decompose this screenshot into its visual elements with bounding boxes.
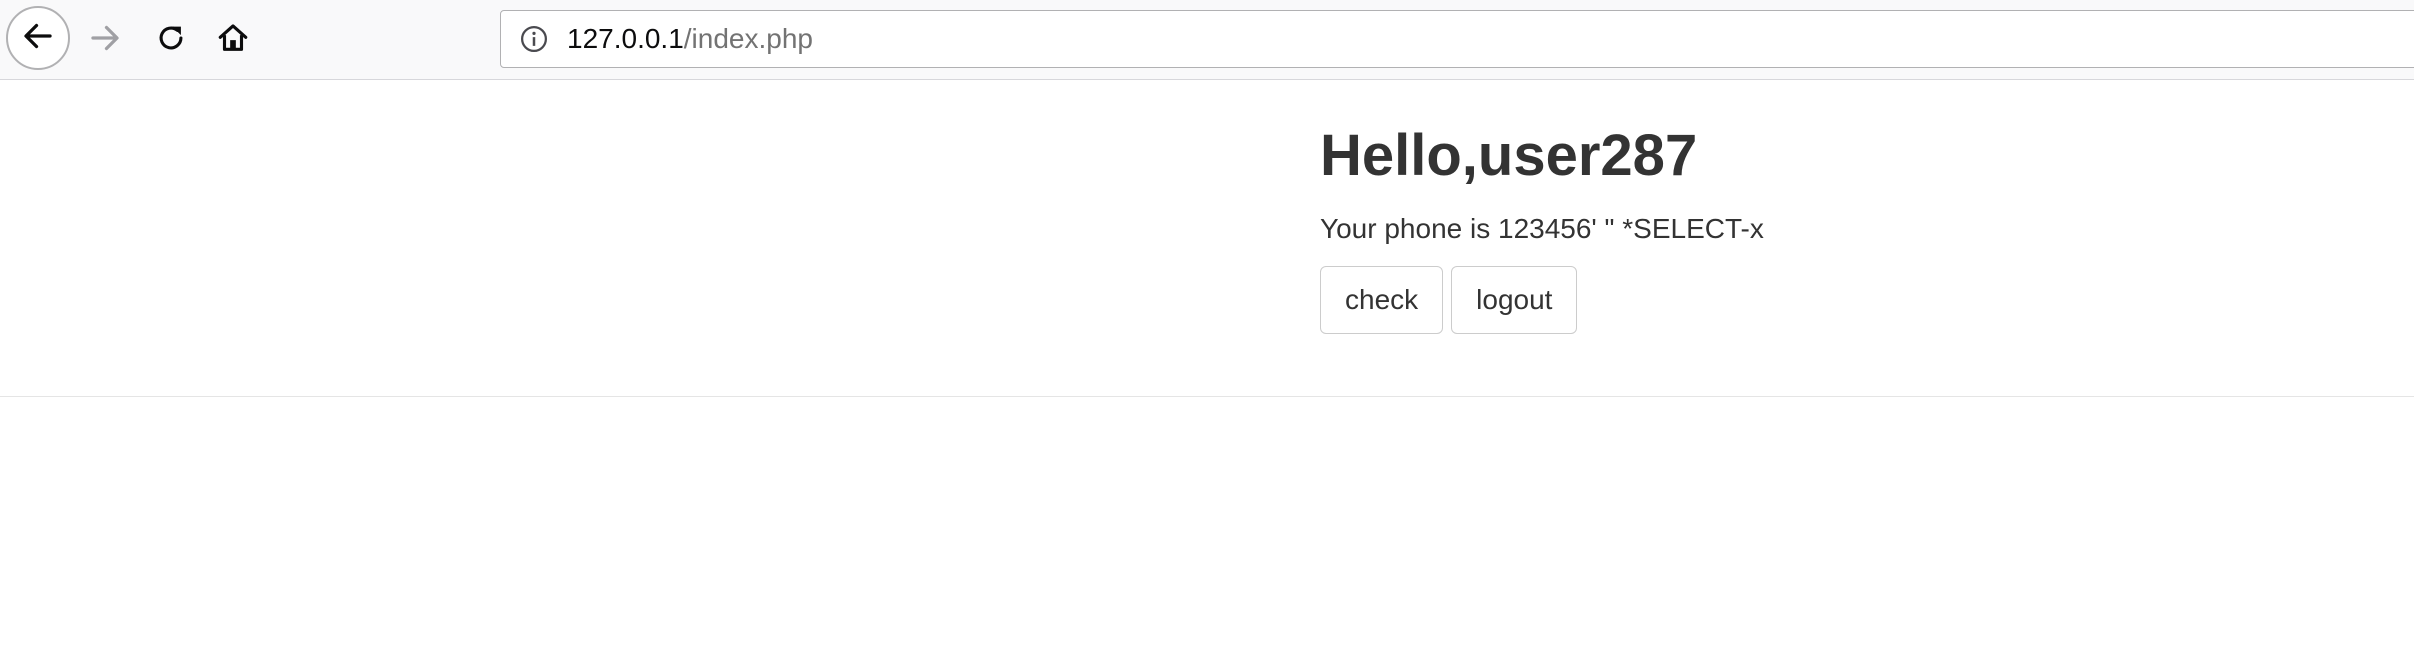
home-button[interactable] bbox=[210, 18, 256, 62]
phone-label: Your phone is bbox=[1320, 213, 1498, 244]
forward-button[interactable] bbox=[82, 18, 128, 62]
url-text[interactable]: 127.0.0.1/index.php bbox=[567, 23, 813, 55]
check-button[interactable]: check bbox=[1320, 266, 1444, 334]
arrow-left-icon bbox=[20, 18, 56, 59]
back-button[interactable] bbox=[6, 6, 70, 70]
url-host: 127.0.0.1 bbox=[567, 23, 684, 54]
home-icon bbox=[216, 21, 250, 60]
phone-line: Your phone is 123456' " *SELECT-x bbox=[1320, 212, 1764, 246]
url-bar[interactable]: 127.0.0.1/index.php bbox=[500, 10, 2414, 68]
divider bbox=[0, 396, 2414, 397]
browser-toolbar: 127.0.0.1/index.php bbox=[0, 0, 2414, 80]
page-content: Hello,user287 Your phone is 123456' " *S… bbox=[1320, 120, 1764, 334]
logout-button[interactable]: logout bbox=[1451, 266, 1578, 334]
reload-icon bbox=[154, 21, 188, 60]
reload-button[interactable] bbox=[148, 18, 194, 62]
phone-value: 123456' " *SELECT-x bbox=[1498, 213, 1764, 244]
arrow-right-icon bbox=[87, 20, 123, 61]
url-path: /index.php bbox=[683, 23, 813, 54]
greeting-heading: Hello,user287 bbox=[1320, 123, 1698, 188]
action-buttons: check logout bbox=[1320, 266, 1764, 334]
info-icon[interactable] bbox=[517, 22, 551, 56]
